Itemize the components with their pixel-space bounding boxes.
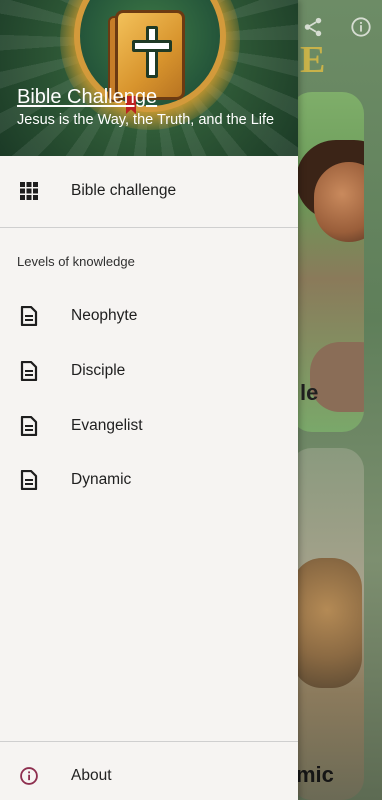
grid-icon — [18, 180, 40, 202]
menu-item-label: Neophyte — [71, 307, 138, 324]
document-icon — [18, 305, 40, 327]
card-title-partial: le — [300, 380, 319, 405]
document-icon — [18, 360, 40, 382]
section-header-levels: Levels of knowledge — [17, 254, 135, 269]
menu-item-dynamic[interactable]: Dynamic — [0, 453, 298, 507]
drawer-subtitle: Jesus is the Way, the Truth, and the Lif… — [17, 112, 275, 128]
menu-item-about[interactable]: About — [0, 749, 298, 800]
level-card-image-lion[interactable] — [290, 448, 364, 800]
cross-icon-horizontal — [132, 40, 172, 52]
menu-item-label: Dynamic — [71, 471, 132, 488]
menu-item-bible-challenge[interactable]: Bible challenge — [0, 164, 298, 218]
menu-item-label: Evangelist — [71, 417, 143, 434]
cross-icon-vertical — [146, 26, 158, 78]
card-photo-face — [314, 162, 364, 242]
background-title-letter: E — [300, 39, 326, 81]
info-icon — [18, 765, 40, 787]
drawer-header: Bible Challenge Jesus is the Way, the Tr… — [0, 0, 298, 156]
card-title-partial-2: mic — [296, 762, 334, 787]
card-photo-lion — [292, 558, 362, 688]
menu-item-neophyte[interactable]: Neophyte — [0, 289, 298, 343]
divider — [0, 741, 298, 742]
menu-item-label: Bible challenge — [71, 182, 177, 199]
document-icon — [18, 469, 40, 491]
info-icon[interactable] — [348, 14, 374, 40]
share-icon[interactable] — [300, 14, 326, 40]
navigation-drawer: Bible Challenge Jesus is the Way, the Tr… — [0, 0, 298, 800]
menu-item-disciple[interactable]: Disciple — [0, 344, 298, 398]
menu-item-evangelist[interactable]: Evangelist — [0, 399, 298, 453]
divider — [0, 227, 298, 228]
menu-item-label: Disciple — [71, 362, 126, 379]
menu-item-label: About — [71, 767, 112, 784]
drawer-title: Bible Challenge — [17, 86, 158, 108]
document-icon — [18, 415, 40, 437]
